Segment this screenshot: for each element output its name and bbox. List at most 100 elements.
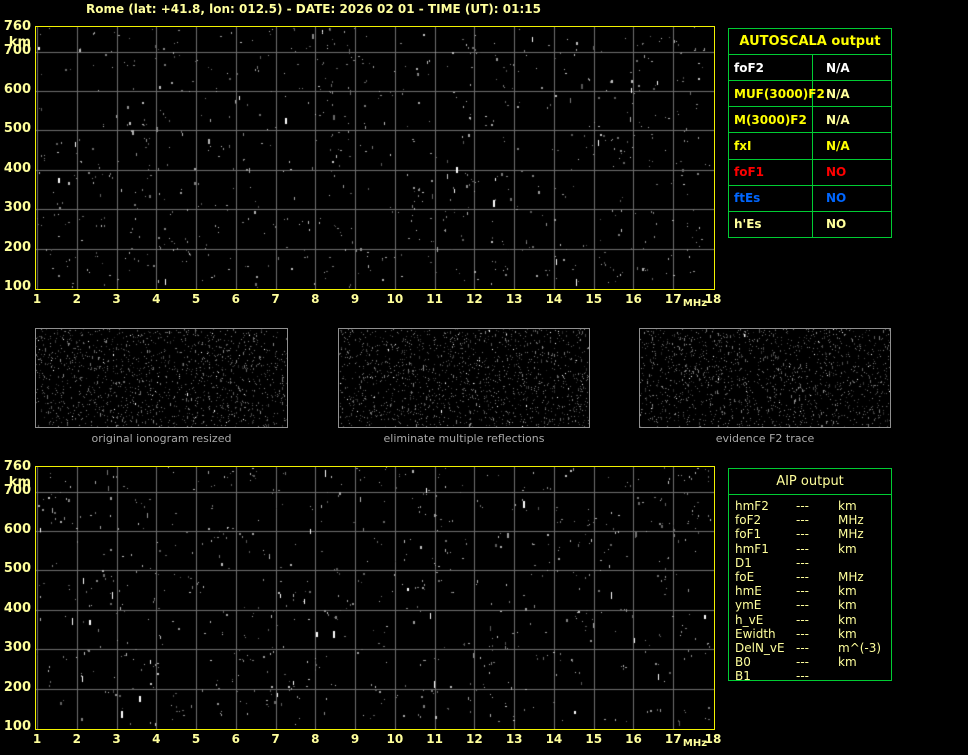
x-axis-tick-label: 3 — [112, 292, 121, 306]
y-axis-tick-label: 500 — [3, 561, 31, 577]
x-axis-tick-label: 14 — [545, 292, 563, 306]
y-axis-tick-label: 600 — [3, 522, 31, 538]
aip-parameter-unit: m^(-3) — [838, 640, 882, 655]
x-axis-tick-label: 7 — [271, 732, 280, 746]
autoscala-table-row: fxI N/A — [729, 133, 891, 160]
x-axis-tick-label: 13 — [505, 292, 523, 306]
y-axis-tick-label: 600 — [3, 82, 31, 98]
y-axis-tick-label: 100 — [3, 719, 31, 734]
parameter-name: foF2 — [729, 55, 813, 81]
x-axis-tick-label: 11 — [426, 732, 443, 746]
aip-parameter-name: hmF2 — [735, 499, 769, 513]
aip-parameter-value: --- — [796, 669, 809, 684]
x-axis-tick-label: 10 — [386, 292, 404, 306]
y-axis-tick-label: 760 — [3, 459, 31, 474]
panel-caption-evidence: evidence F2 trace — [715, 432, 815, 445]
aip-parameter-unit: MHz — [838, 569, 864, 584]
parameter-name: h'Es — [729, 211, 813, 237]
aip-parameter-name: h_vE — [735, 612, 764, 627]
aip-table-row: hmF2 --- km — [729, 499, 891, 513]
x-axis-tick-label: 14 — [545, 732, 563, 746]
y-axis-tick-label: 100 — [3, 279, 31, 294]
x-axis-tick-label: 6 — [231, 292, 240, 306]
y-axis-unit-label: km — [8, 475, 31, 490]
aip-parameter-name: foF1 — [735, 527, 762, 542]
autoscala-table-row: ftEs NO — [729, 185, 891, 212]
parameter-value: N/A — [826, 60, 850, 75]
ionogram-plot-top: 760 700 600 500 400 300 200 100 km 1 2 3 4 5 6 7 8 9 10 11 1… — [4, 20, 721, 310]
autoscala-table-row: foF2 N/A — [729, 55, 891, 82]
aip-parameter-name: B1 — [735, 669, 751, 684]
aip-parameter-name: B0 — [735, 655, 751, 670]
y-axis-tick-label: 500 — [3, 121, 31, 137]
aip-parameter-unit: km — [838, 499, 857, 513]
parameter-name: ftEs — [729, 185, 813, 211]
aip-table-row: foF2 --- MHz — [729, 513, 891, 527]
x-axis-tick-label: 1 — [32, 732, 42, 746]
aip-parameter-unit: km — [838, 655, 857, 670]
aip-parameter-unit — [838, 556, 891, 570]
aip-table-row: h_vE --- km — [729, 613, 891, 627]
x-axis-tick-label: 12 — [466, 292, 483, 306]
x-axis-tick-label: 8 — [311, 292, 320, 306]
x-axis-tick-label: 7 — [271, 292, 280, 306]
aip-parameter-value: --- — [796, 513, 809, 528]
aip-parameter-name: foE — [735, 569, 755, 584]
x-axis-tick-label: 16 — [625, 292, 642, 306]
x-axis-unit-label: MHz — [682, 738, 708, 749]
y-axis-unit-label: km — [8, 35, 31, 50]
x-axis-tick-label: 5 — [191, 732, 201, 746]
x-axis-unit-label: MHz — [682, 298, 708, 309]
aip-table-row: DelN_vE --- m^(-3) — [729, 641, 891, 655]
aip-table-row: D1 --- — [729, 556, 891, 570]
parameter-name: M(3000)F2 — [729, 107, 813, 133]
x-axis-tick-label: 1 — [32, 292, 42, 306]
x-axis-tick-label: 9 — [350, 732, 360, 746]
x-axis-tick-label: 8 — [311, 732, 320, 746]
x-axis-tick-label: 5 — [191, 292, 201, 306]
x-axis-tick-label: 15 — [585, 292, 603, 306]
parameter-name: fxI — [729, 133, 813, 159]
aip-parameter-value: --- — [796, 569, 809, 584]
panel-caption-original: original ionogram resized — [91, 432, 232, 445]
aip-table-row: foF1 --- MHz — [729, 527, 891, 541]
aip-parameter-unit: km — [838, 584, 857, 599]
autoscala-table-row: foF1 NO — [729, 159, 891, 186]
aip-output-table: AIP output hmF2 --- km foF2 --- MHz foF1 --- MHz… — [728, 468, 892, 683]
aip-table-row: Ewidth --- km — [729, 627, 891, 641]
ionogram-canvas-top — [36, 27, 714, 289]
x-axis-tick-label: 15 — [585, 732, 603, 746]
autoscala-output-table: AUTOSCALA output foF2 N/A MUF(3000)F2 N/A M(… — [728, 28, 892, 238]
aip-table-row: ymE --- km — [729, 598, 891, 612]
parameter-value: N/A — [826, 112, 850, 127]
panel-canvas-evidence — [640, 329, 890, 427]
panel-canvas-eliminate — [339, 329, 589, 427]
autoscala-table-row: MUF(3000)F2 N/A — [729, 81, 891, 108]
aip-parameter-value: --- — [796, 527, 809, 542]
aip-parameter-value: --- — [796, 612, 809, 627]
x-axis-tick-label: 13 — [505, 732, 523, 746]
aip-table-row: B0 --- km — [729, 655, 891, 669]
autoscala-table-row: M(3000)F2 N/A — [729, 107, 891, 134]
x-axis-tick-label: 3 — [112, 732, 121, 746]
aip-table-row: B1 --- — [729, 669, 891, 683]
ionogram-canvas-bottom — [36, 467, 714, 729]
x-axis-tick-label: 2 — [72, 292, 81, 306]
x-axis-tick-label: 16 — [625, 732, 642, 746]
x-axis-tick-label: 11 — [426, 292, 443, 306]
y-axis-tick-label: 400 — [3, 160, 31, 176]
x-axis-tick-label: 6 — [231, 732, 240, 746]
aip-table-row: foE --- MHz — [729, 570, 891, 584]
aip-parameter-name: Ewidth — [735, 626, 776, 641]
aip-parameter-value: --- — [796, 499, 809, 513]
panel-evidence-f2-trace — [639, 328, 891, 428]
y-axis-tick-label: 300 — [3, 640, 31, 656]
aip-table-body: hmF2 --- km foF2 --- MHz foF1 --- MHz hmF1 --- km D1… — [729, 495, 891, 683]
aip-parameter-value: --- — [796, 541, 809, 556]
aip-parameter-unit: km — [838, 598, 857, 613]
aip-parameter-name: hmF1 — [735, 541, 769, 556]
aip-parameter-name: hmE — [735, 584, 762, 599]
aip-table-title: AIP output — [729, 469, 891, 495]
aip-parameter-name: ymE — [735, 598, 762, 613]
panel-original-ionogram-resized — [35, 328, 288, 428]
